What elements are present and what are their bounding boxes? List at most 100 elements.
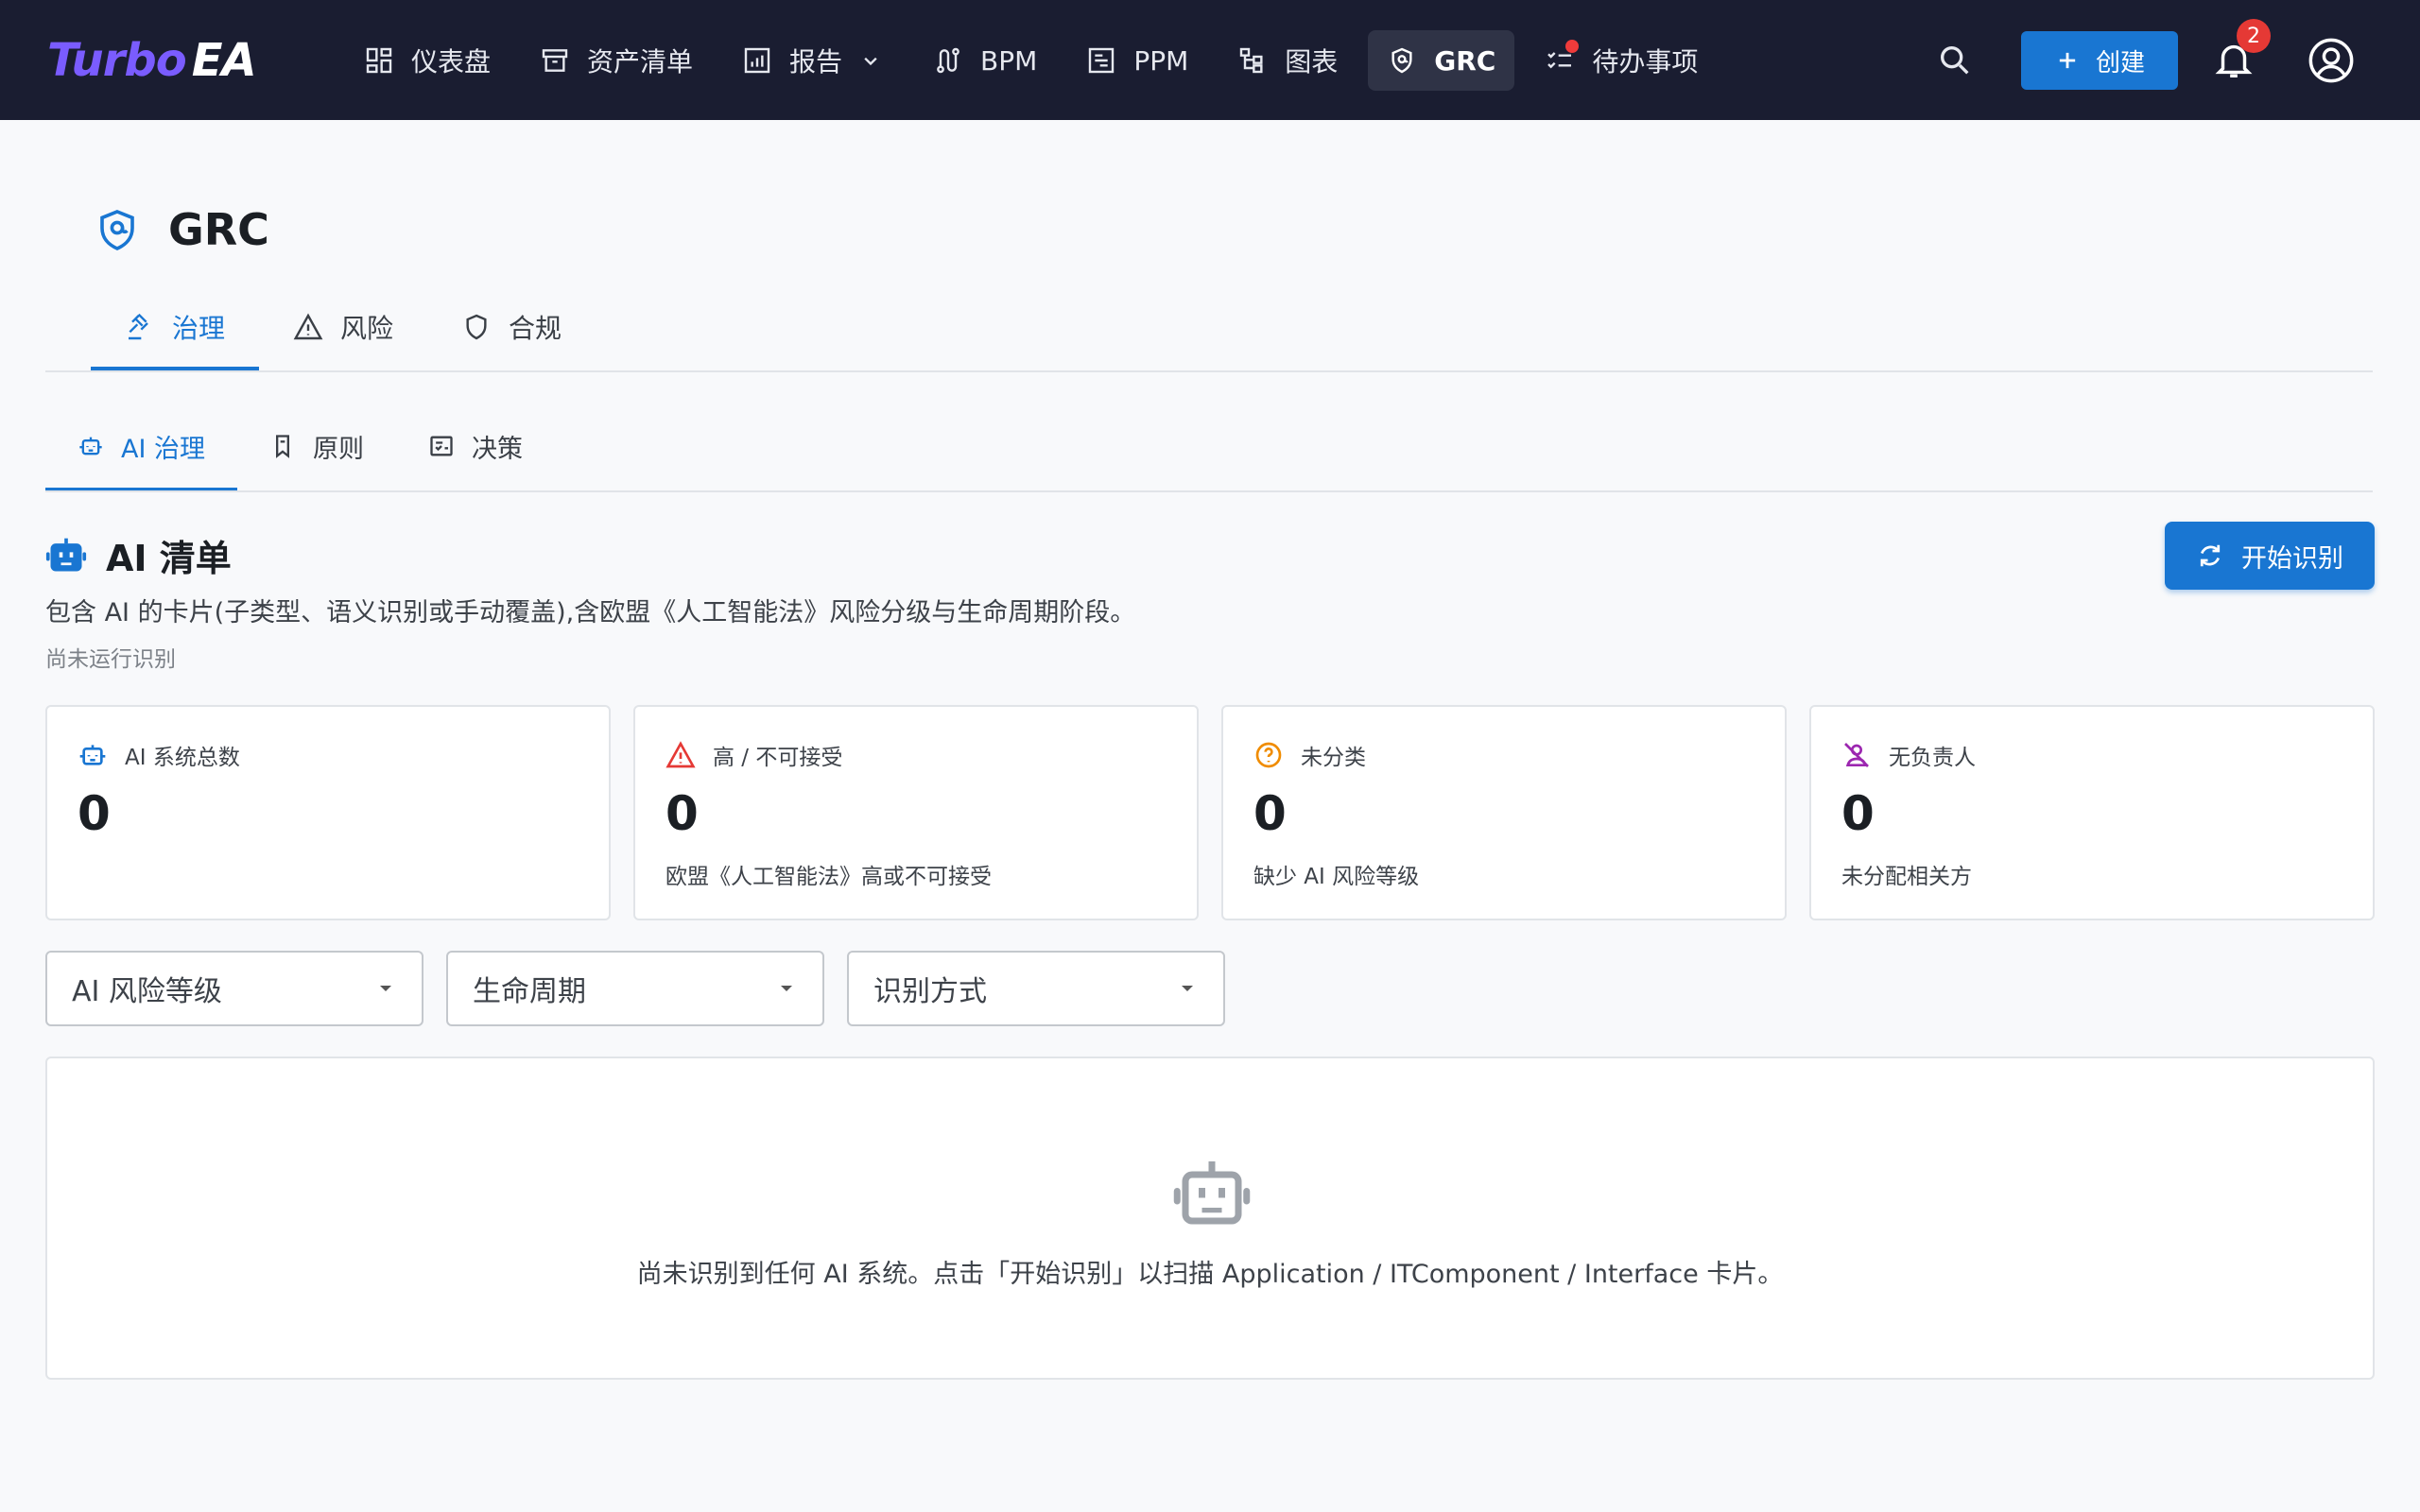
stat-subtext: 缺少 AI 风险等级 [1253,865,1420,889]
tab-compliance[interactable]: 合规 [427,284,596,370]
nav-item-todos[interactable]: 待办事项 [1526,30,1717,91]
refresh-icon [2196,541,2224,570]
brand-logo[interactable]: Turbo EA [47,32,257,89]
tab-decisions[interactable]: 决策 [396,401,555,491]
page-title: GRC [168,204,269,255]
nav-item-label: BPM [980,44,1038,77]
brand-logo-part2: EA [191,34,257,87]
nav-item-grc[interactable]: GRC [1368,30,1515,91]
nav-item-dashboard[interactable]: 仪表盘 [345,30,510,91]
nav-item-reports[interactable]: 报告 [723,30,903,91]
section-header: AI 清单 [45,529,232,581]
divider [45,370,2373,372]
page-header: GRC [95,204,269,255]
checklist-icon [1545,40,1580,76]
warning-icon [666,740,696,770]
robot-icon [78,740,108,770]
section-description: 包含 AI 的卡片(子类型、语义识别或手动覆盖),含欧盟《人工智能法》风险分级与… [45,598,1136,627]
notification-badge: 2 [2237,19,2271,53]
risk-level-select[interactable]: AI 风险等级 [45,951,424,1026]
robot-icon [78,433,104,459]
report-icon [742,45,772,76]
select-placeholder: 识别方式 [873,975,987,1008]
plus-icon [2054,47,2081,74]
tab-governance[interactable]: 治理 [91,284,260,370]
stat-label: 未分类 [1301,746,1366,770]
start-scan-button[interactable]: 开始识别 [2165,522,2375,590]
shield-icon [1387,45,1417,76]
detection-method-select[interactable]: 识别方式 [847,951,1225,1026]
nav-item-label: 待办事项 [1592,46,1699,77]
tab-label: AI 治理 [121,434,206,464]
nav-item-bpm[interactable]: BPM [914,30,1056,91]
warning-icon [293,312,323,342]
decision-icon [428,433,455,459]
account-icon[interactable] [2307,36,2356,85]
route-icon [933,45,963,76]
tab-label: 治理 [172,313,226,344]
nav-item-inventory[interactable]: 资产清单 [521,30,712,91]
select-placeholder: 生命周期 [473,975,586,1008]
stat-value: 0 [666,786,699,841]
stat-card-unowned: 无负责人 0 未分配相关方 [1809,705,2375,920]
caret-down-icon [1176,977,1199,1000]
tab-label: 原则 [313,434,365,464]
nav-item-label: 报告 [789,46,843,77]
archive-icon [540,45,570,76]
nav-item-label: 仪表盘 [411,46,492,77]
chevron-down-icon [857,47,884,74]
primary-tabs: 治理 风险 合规 [91,284,596,370]
stat-card-high-risk: 高 / 不可接受 0 欧盟《人工智能法》高或不可接受 [633,705,1199,920]
stat-value: 0 [1253,786,1287,841]
stat-subtext: 未分配相关方 [1841,865,1972,889]
nav-item-label: 图表 [1285,46,1339,77]
tab-label: 决策 [472,434,524,464]
shield-outline-icon [461,312,492,342]
diagram-icon [1237,45,1268,76]
dashboard-icon [364,45,394,76]
empty-state-message: 尚未识别到任何 AI 系统。点击「开始识别」以扫描 Application / … [636,1260,1784,1289]
scan-status-note: 尚未运行识别 [45,647,176,672]
nav-item-ppm[interactable]: PPM [1067,30,1207,91]
stat-card-unclassified: 未分类 0 缺少 AI 风险等级 [1221,705,1787,920]
help-circle-icon [1253,740,1284,770]
nav-item-label: 资产清单 [587,46,694,77]
stats-cards: AI 系统总数 0 高 / 不可接受 0 欧盟《人工智能法》高或不可接受 未分类… [45,705,2375,920]
robot-icon [1172,1155,1252,1234]
create-button-label: 创建 [2095,48,2145,77]
nav-item-diagrams[interactable]: 图表 [1219,30,1357,91]
project-icon [1086,45,1116,76]
brand-logo-part1: Turbo [47,34,187,87]
unread-dot [1565,40,1580,53]
stat-label: 无负责人 [1889,746,1976,770]
bookmark-icon [269,433,296,459]
top-navigation-bar: Turbo EA 仪表盘 资产清单 报告 BPM PPM 图表 GRC 待办事项… [0,0,2420,120]
create-button[interactable]: 创建 [2021,31,2178,90]
tab-label: 风险 [340,313,394,344]
main-nav: 仪表盘 资产清单 报告 BPM PPM 图表 GRC 待办事项 [345,30,1728,91]
tab-risk[interactable]: 风险 [259,284,427,370]
gavel-icon [125,312,155,342]
robot-icon [45,535,87,576]
search-icon[interactable] [1936,42,1974,79]
start-scan-label: 开始识别 [2241,543,2343,574]
stat-label: AI 系统总数 [125,746,240,770]
tab-principles[interactable]: 原则 [237,401,396,491]
nav-item-label: PPM [1133,44,1189,77]
caret-down-icon [374,977,397,1000]
stat-value: 0 [78,786,111,841]
person-off-icon [1841,740,1872,770]
select-placeholder: AI 风险等级 [72,975,222,1008]
tab-ai-governance[interactable]: AI 治理 [45,401,238,491]
stat-card-total: AI 系统总数 0 [45,705,611,920]
tab-label: 合规 [509,313,562,344]
shield-icon [95,205,140,254]
lifecycle-select[interactable]: 生命周期 [446,951,824,1026]
divider [45,490,2373,492]
stat-value: 0 [1841,786,1875,841]
filter-bar: AI 风险等级 生命周期 识别方式 [45,951,1225,1026]
section-title: AI 清单 [106,538,232,579]
stat-label: 高 / 不可接受 [713,746,843,770]
secondary-tabs: AI 治理 原则 决策 [45,401,555,491]
stat-subtext: 欧盟《人工智能法》高或不可接受 [666,865,992,889]
